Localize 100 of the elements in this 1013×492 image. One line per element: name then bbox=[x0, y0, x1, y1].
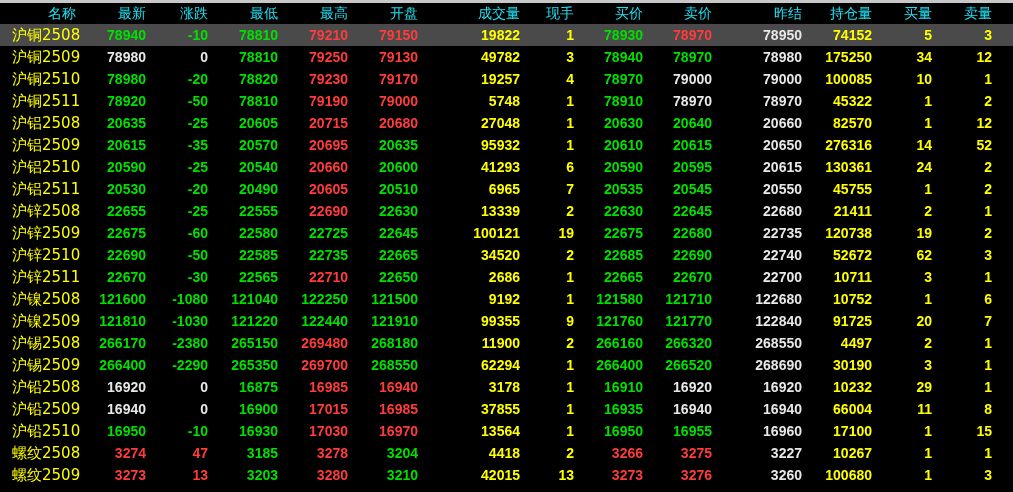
table-cell-text: 79150 bbox=[378, 27, 418, 43]
column-header[interactable]: 最高 bbox=[278, 4, 348, 23]
column-header[interactable]: 卖量 bbox=[932, 4, 992, 23]
table-cell-text: 22655 bbox=[106, 203, 146, 219]
table-cell-text: 20590 bbox=[106, 159, 146, 175]
column-header[interactable]: 买量 bbox=[872, 4, 932, 23]
table-cell-text: 6 bbox=[983, 291, 992, 307]
column-header[interactable]: 现手 bbox=[520, 4, 574, 23]
table-cell-text: 3178 bbox=[487, 379, 520, 395]
table-cell-text: 78930 bbox=[603, 27, 643, 43]
column-header[interactable]: 昨结 bbox=[712, 4, 802, 23]
table-cell-text: 10232 bbox=[832, 379, 872, 395]
table-cell-text: 121580 bbox=[595, 291, 643, 307]
table-cell-text: 20605 bbox=[238, 115, 278, 131]
table-cell-text: 1 bbox=[565, 115, 574, 131]
table-cell-text: 4497 bbox=[839, 335, 872, 351]
column-header[interactable]: 名称 bbox=[0, 4, 80, 23]
table-row[interactable]: 沪铅2510 16950 -10 16930 17030 16970 13564 1 16950 16955 16960 17100 1 15 bbox=[0, 420, 1013, 442]
table-cell-text: 95932 bbox=[480, 137, 520, 153]
table-cell-text: 78940 bbox=[603, 49, 643, 65]
table-row[interactable]: 螺纹2509 3273 13 3203 3280 3210 42015 13 3273 3276 3260 100680 1 3 bbox=[0, 464, 1013, 486]
table-cell-text: 100680 bbox=[824, 467, 872, 483]
column-header[interactable]: 卖价 bbox=[643, 4, 712, 23]
table-cell-text: 3185 bbox=[245, 445, 278, 461]
table-cell-text: 3 bbox=[983, 247, 992, 263]
table-cell-text: 20635 bbox=[378, 137, 418, 153]
table-cell-text: 16930 bbox=[238, 423, 278, 439]
table-cell-text: 121600 bbox=[98, 291, 146, 307]
table-cell-text: 2 bbox=[565, 445, 574, 461]
table-row[interactable]: 沪铜2510 78980 -20 78820 79230 79170 19257 4 78970 79000 79000 100085 10 1 bbox=[0, 68, 1013, 90]
table-cell-text: 52672 bbox=[832, 247, 872, 263]
table-row[interactable]: 沪铜2508 78940 -10 78810 79210 79150 19822 1 78930 78970 78950 74152 5 3 bbox=[0, 24, 1013, 46]
contract-name: 沪铜2510 bbox=[11, 69, 80, 89]
table-cell-text: 34 bbox=[915, 49, 932, 65]
table-cell-text: 9192 bbox=[487, 291, 520, 307]
table-cell-text: 10267 bbox=[832, 445, 872, 461]
table-cell-text: 5748 bbox=[487, 93, 520, 109]
table-row[interactable]: 沪铅2508 16920 0 16875 16985 16940 3178 1 16910 16920 16920 10232 29 1 bbox=[0, 376, 1013, 398]
column-header[interactable]: 开盘 bbox=[348, 4, 418, 23]
table-cell-text: -60 bbox=[186, 225, 208, 241]
table-row[interactable]: 沪锡2508 266170 -2380 265150 269480 268180 11900 2 266160 266320 268550 4497 2 1 bbox=[0, 332, 1013, 354]
table-cell-text: 3 bbox=[565, 49, 574, 65]
table-row[interactable]: 沪铜2509 78980 0 78810 79250 79130 49782 3 78940 78970 78980 175250 34 12 bbox=[0, 46, 1013, 68]
table-cell-text: 1 bbox=[923, 115, 932, 131]
table-cell-text: 22665 bbox=[378, 247, 418, 263]
table-cell-text: -10 bbox=[186, 27, 208, 43]
table-row[interactable]: 沪锡2509 266400 -2290 265350 269700 268550 62294 1 266400 266520 268690 30190 3 1 bbox=[0, 354, 1013, 376]
table-cell-text: -20 bbox=[186, 181, 208, 197]
table-cell-text: 266160 bbox=[595, 335, 643, 351]
table-cell-text: 3276 bbox=[679, 467, 712, 483]
column-header[interactable]: 最新 bbox=[80, 4, 146, 23]
column-header[interactable]: 成交量 bbox=[418, 4, 520, 23]
contract-name: 沪镍2509 bbox=[11, 311, 80, 331]
table-cell-text: 19 bbox=[915, 225, 932, 241]
table-row[interactable]: 沪铜2511 78920 -50 78810 79190 79000 5748 1 78910 78970 78970 45322 1 2 bbox=[0, 90, 1013, 112]
table-row[interactable]: 沪铝2509 20615 -35 20570 20695 20635 95932 1 20610 20615 20650 276316 14 52 bbox=[0, 134, 1013, 156]
table-cell-text: 130361 bbox=[824, 159, 872, 175]
column-header[interactable]: 涨跌 bbox=[146, 4, 208, 23]
table-cell-text: 3274 bbox=[113, 445, 146, 461]
column-header[interactable]: 最低 bbox=[208, 4, 278, 23]
table-cell-text: 16940 bbox=[762, 401, 802, 417]
table-row[interactable]: 沪锌2511 22670 -30 22565 22710 22650 2686 1 22665 22670 22700 10711 3 1 bbox=[0, 266, 1013, 288]
table-cell-text: 19257 bbox=[480, 71, 520, 87]
table-cell-text: 1 bbox=[923, 93, 932, 109]
table-cell-text: 4 bbox=[565, 71, 574, 87]
table-row[interactable]: 沪铝2511 20530 -20 20490 20605 20510 6965 7 20535 20545 20550 45755 1 2 bbox=[0, 178, 1013, 200]
column-header[interactable]: 持仓量 bbox=[802, 4, 872, 23]
table-cell-text: 266400 bbox=[595, 357, 643, 373]
table-cell-text: 78980 bbox=[762, 49, 802, 65]
table-cell-text: 20615 bbox=[762, 159, 802, 175]
table-cell-text: 0 bbox=[199, 379, 208, 395]
table-row[interactable]: 螺纹2508 3274 47 3185 3278 3204 4418 2 3266 3275 3227 10267 1 1 bbox=[0, 442, 1013, 464]
table-cell-text: 22650 bbox=[378, 269, 418, 285]
table-row[interactable]: 沪镍2509 121810 -1030 121220 122440 121910 99355 9 121760 121770 122840 91725 20 7 bbox=[0, 310, 1013, 332]
table-cell-text: 74152 bbox=[832, 27, 872, 43]
contract-name: 沪铜2509 bbox=[11, 47, 80, 67]
table-cell-text: 16940 bbox=[672, 401, 712, 417]
table-row[interactable]: 沪铝2508 20635 -25 20605 20715 20680 27048 1 20630 20640 20660 82570 1 12 bbox=[0, 112, 1013, 134]
column-header[interactable]: 买价 bbox=[574, 4, 643, 23]
table-cell-text: 16935 bbox=[603, 401, 643, 417]
table-row[interactable]: 沪镍2508 121600 -1080 121040 122250 121500 9192 1 121580 121710 122680 10752 1 6 bbox=[0, 288, 1013, 310]
table-cell-text: 22565 bbox=[238, 269, 278, 285]
table-cell-text: 22630 bbox=[603, 203, 643, 219]
table-row[interactable]: 沪铅2509 16940 0 16900 17015 16985 37855 1 16935 16940 16940 66004 11 8 bbox=[0, 398, 1013, 420]
table-cell-text: 20595 bbox=[672, 159, 712, 175]
table-cell-text: 22670 bbox=[672, 269, 712, 285]
table-row[interactable]: 沪锌2508 22655 -25 22555 22690 22630 13339 2 22630 22645 22680 21411 2 1 bbox=[0, 200, 1013, 222]
table-cell-text: 122250 bbox=[300, 291, 348, 307]
table-row[interactable]: 沪铝2510 20590 -25 20540 20660 20600 41293 6 20590 20595 20615 130361 24 2 bbox=[0, 156, 1013, 178]
contract-name: 沪铝2508 bbox=[11, 113, 80, 133]
table-row[interactable]: 沪锌2509 22675 -60 22580 22725 22645 100121 19 22675 22680 22735 120738 19 2 bbox=[0, 222, 1013, 244]
table-cell-text: -30 bbox=[186, 269, 208, 285]
contract-name: 沪铅2508 bbox=[11, 377, 80, 397]
table-cell-text: 3 bbox=[923, 269, 932, 285]
table-cell-text: 1 bbox=[983, 335, 992, 351]
table-cell-text: 79190 bbox=[308, 93, 348, 109]
table-cell-text: 16985 bbox=[308, 379, 348, 395]
table-cell-text: 1 bbox=[983, 269, 992, 285]
table-cell-text: 1 bbox=[565, 401, 574, 417]
table-row[interactable]: 沪锌2510 22690 -50 22585 22735 22665 34520 2 22685 22690 22740 52672 62 3 bbox=[0, 244, 1013, 266]
